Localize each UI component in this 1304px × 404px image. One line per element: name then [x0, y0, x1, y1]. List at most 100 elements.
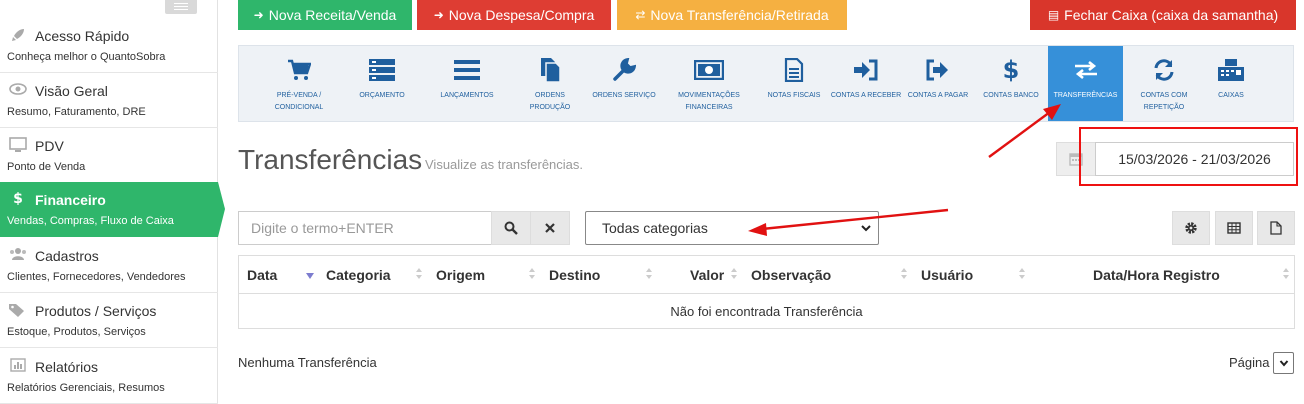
results-summary: Nenhuma Transferência [238, 355, 377, 370]
sidebar-item-subtitle: Ponto de Venda [7, 161, 86, 173]
bar-chart-icon [8, 358, 28, 374]
cash-register-icon: ▤ [1047, 8, 1060, 22]
export-table-button[interactable] [1215, 211, 1253, 245]
sidebar-item-subtitle: Clientes, Fornecedores, Vendedores [7, 271, 186, 283]
file-icon [1270, 221, 1282, 235]
page-label: Página [1229, 355, 1270, 370]
nav-contas-repeticao[interactable]: CONTAS COM REPETIÇÃO [1128, 46, 1200, 121]
nav-ordens-producao[interactable]: ORDENS PRODUÇÃO [514, 46, 586, 121]
column-header-destino[interactable]: Destino [549, 256, 600, 293]
sidebar-item-subtitle: Vendas, Compras, Fluxo de Caixa [7, 215, 174, 227]
nova-transferencia-button[interactable]: ⇄ Nova Transferência/Retirada [617, 0, 847, 30]
nav-label: MOVIMENTAÇÕES FINANCEIRAS [678, 92, 740, 111]
settings-button[interactable] [1172, 211, 1210, 245]
nav-transferencias[interactable]: TRANSFERÊNCIAS [1048, 46, 1123, 121]
sidebar-item-title: Cadastros [35, 248, 99, 264]
nav-label: ORÇAMENTO [359, 92, 405, 99]
nav-label: NOTAS FISCAIS [767, 92, 821, 99]
column-header-usuario[interactable]: Usuário [921, 256, 973, 293]
nav-label: CONTAS BANCO [983, 92, 1039, 99]
sidebar-item-acesso-rapido[interactable]: Acesso Rápido Conheça melhor o QuantoSob… [0, 18, 218, 73]
sidebar-item-title: Financeiro [35, 192, 106, 208]
sidebar-item-produtos[interactable]: Produtos / Serviços Estoque, Produtos, S… [0, 293, 218, 348]
category-select[interactable]: Todas categorias [585, 211, 879, 245]
column-header-origem[interactable]: Origem [436, 256, 485, 293]
server-icon [346, 57, 418, 83]
exchange-icon [1048, 57, 1123, 83]
column-header-data[interactable]: Data [247, 256, 277, 293]
cash-register-icon [1195, 57, 1267, 83]
page-select[interactable] [1273, 352, 1294, 374]
nav-label: CONTAS COM REPETIÇÃO [1140, 92, 1188, 111]
sidebar-item-pdv[interactable]: PDV Ponto de Venda [0, 128, 218, 183]
nav-pre-venda[interactable]: PRÉ-VENDA / CONDICIONAL [263, 46, 335, 121]
category-select-value: Todas categorias [602, 220, 708, 236]
page-subtitle: Visualize as transferências. [425, 157, 584, 172]
list-icon [431, 57, 503, 83]
nova-receita-button[interactable]: ➜ Nova Receita/Venda [238, 0, 412, 30]
nav-contas-banco[interactable]: $ CONTAS BANCO [975, 46, 1047, 121]
nova-despesa-label: Nova Despesa/Compra [448, 7, 595, 23]
nav-label: PRÉ-VENDA / CONDICIONAL [274, 92, 324, 111]
nav-label: CONTAS A RECEBER [830, 92, 902, 99]
nav-orcamento[interactable]: ORÇAMENTO [346, 46, 418, 121]
money-icon [673, 57, 745, 83]
nova-despesa-button[interactable]: ➜ Nova Despesa/Compra [417, 0, 611, 30]
chevron-down-icon [861, 225, 871, 232]
sidebar-item-title: PDV [35, 138, 64, 154]
sign-in-icon [830, 57, 902, 83]
close-icon [545, 223, 555, 233]
export-file-button[interactable] [1257, 211, 1295, 245]
nav-lancamentos[interactable]: LANÇAMENTOS [431, 46, 503, 121]
transfers-table: Data Categoria Origem Destino Valor Obse… [238, 255, 1295, 329]
nav-label: LANÇAMENTOS [440, 92, 494, 99]
clear-search-button[interactable] [530, 211, 570, 245]
sidebar-item-visao-geral[interactable]: Visão Geral Resumo, Faturamento, DRE [0, 73, 218, 128]
nav-ordens-servico[interactable]: ORDENS SERVIÇO [588, 46, 660, 121]
dollar-icon: $ [1002, 56, 1020, 84]
table-icon [1227, 222, 1241, 234]
fechar-caixa-button[interactable]: ▤ Fechar Caixa (caixa da samantha) [1030, 0, 1296, 30]
sidebar-item-subtitle: Conheça melhor o QuantoSobra [7, 51, 166, 63]
eye-icon [8, 82, 28, 98]
sidebar-item-subtitle: Estoque, Produtos, Serviços [7, 326, 146, 338]
nav-contas-pagar[interactable]: CONTAS A PAGAR [902, 46, 974, 121]
menu-toggle-icon[interactable] [165, 0, 197, 14]
fechar-caixa-label: Fechar Caixa (caixa da samantha) [1064, 7, 1279, 23]
sidebar-item-title: Relatórios [35, 359, 99, 375]
sign-out-icon [902, 57, 974, 83]
nova-transferencia-label: Nova Transferência/Retirada [650, 7, 829, 23]
search-button[interactable] [491, 211, 531, 245]
financeiro-nav-bar: PRÉ-VENDA / CONDICIONAL ORÇAMENTO LANÇAM… [238, 45, 1294, 122]
search-icon [504, 221, 518, 235]
sidebar-item-relatorios[interactable]: Relatórios Relatórios Gerenciais, Resumo… [0, 349, 218, 404]
sidebar-item-financeiro[interactable]: $ Financeiro Vendas, Compras, Fluxo de C… [0, 182, 225, 237]
nav-label: ORDENS PRODUÇÃO [529, 92, 571, 111]
nav-notas-fiscais[interactable]: NOTAS FISCAIS [758, 46, 830, 121]
annotation-highlight-box [1079, 127, 1298, 186]
sidebar-item-title: Produtos / Serviços [35, 303, 157, 319]
rocket-icon [8, 27, 28, 43]
dollar-icon: $ [13, 191, 23, 207]
empty-table-message: Não foi encontrada Transferência [239, 293, 1294, 329]
document-icon [758, 57, 830, 83]
search-input[interactable]: Digite o termo+ENTER [238, 211, 491, 245]
tags-icon [8, 302, 28, 318]
nav-caixas[interactable]: CAIXAS [1195, 46, 1267, 121]
column-header-data-hora[interactable]: Data/Hora Registro [1093, 256, 1220, 293]
sidebar-item-subtitle: Relatórios Gerenciais, Resumos [7, 382, 165, 394]
nav-label: TRANSFERÊNCIAS [1053, 92, 1118, 99]
nav-label: ORDENS SERVIÇO [592, 92, 656, 99]
nav-label: CAIXAS [1218, 92, 1244, 99]
page-title: Transferências [238, 144, 423, 175]
sidebar-item-title: Visão Geral [35, 83, 108, 99]
nav-movimentacoes[interactable]: MOVIMENTAÇÕES FINANCEIRAS [673, 46, 745, 121]
column-header-categoria[interactable]: Categoria [326, 256, 391, 293]
column-header-valor[interactable]: Valor [690, 256, 724, 293]
nav-label: CONTAS A PAGAR [907, 92, 969, 99]
sidebar-item-cadastros[interactable]: Cadastros Clientes, Fornecedores, Vended… [0, 238, 218, 293]
nav-contas-receber[interactable]: CONTAS A RECEBER [830, 46, 902, 121]
gear-icon [1185, 222, 1197, 234]
nova-receita-label: Nova Receita/Venda [268, 7, 397, 23]
column-header-observacao[interactable]: Observação [751, 256, 831, 293]
